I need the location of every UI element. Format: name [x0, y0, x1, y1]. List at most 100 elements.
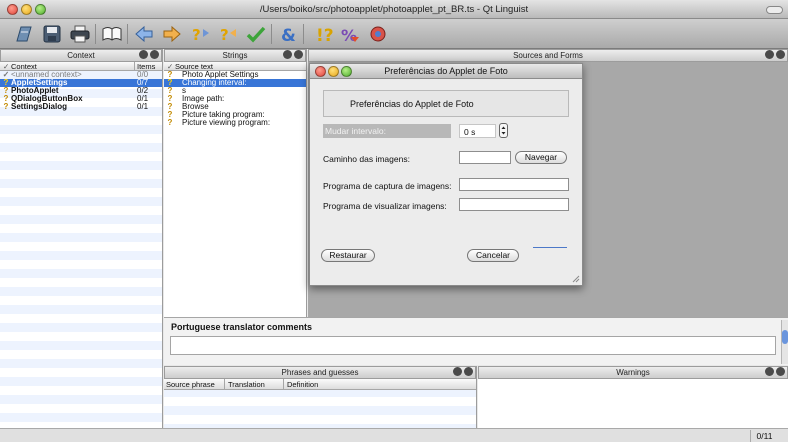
path-input[interactable]: [459, 151, 511, 164]
svg-text:?: ?: [220, 26, 229, 44]
scrollbar-thumb[interactable]: [782, 330, 788, 344]
svg-text:?: ?: [192, 26, 201, 44]
context-row[interactable]: ? SettingsDialog 0/1: [0, 103, 162, 111]
interval-label-highlight: Mudar intervalo:: [323, 124, 451, 138]
progress-count: 0/11: [750, 430, 778, 442]
translation-editor: Portuguese translator comments: [164, 317, 788, 365]
close-icon[interactable]: [150, 50, 159, 59]
toolbar-toggle-button[interactable]: [766, 6, 783, 14]
definition-col[interactable]: Definition: [283, 379, 318, 390]
browse-button[interactable]: Navegar: [515, 151, 567, 164]
strings-dock-header: Strings: [164, 49, 306, 62]
strings-list[interactable]: ✓ Source text ? Photo Applet Settings? Cha…: [164, 62, 306, 317]
resize-grip-icon[interactable]: [571, 274, 580, 283]
svg-text:!?: !?: [316, 26, 333, 45]
svg-text:&: &: [281, 26, 296, 45]
sources-dock-title: Sources and Forms: [513, 51, 583, 60]
phrases-list-header: Source phrase Translation Definition: [164, 379, 476, 390]
interval-label: Mudar intervalo:: [325, 126, 386, 136]
interval-value: 0 s: [464, 127, 476, 137]
dialog-close-button[interactable]: [315, 66, 326, 77]
status-bar: 0/11: [0, 428, 788, 442]
strings-text: Changing interval:: [182, 78, 247, 87]
comments-label: Portuguese translator comments: [171, 322, 313, 332]
translator-comments-input[interactable]: [170, 336, 776, 355]
window-title: /Users/boiko/src/photoapplet/photoapplet…: [259, 4, 529, 15]
float-icon[interactable]: [283, 50, 292, 59]
sources-dock-header: Sources and Forms: [308, 49, 788, 62]
form-preview-dialog: Preferências do Applet de Foto Preferênc…: [309, 63, 583, 286]
toolbar-separator: [303, 24, 304, 44]
close-icon[interactable]: [294, 50, 303, 59]
done-next-icon[interactable]: [244, 22, 268, 46]
context-list[interactable]: ✓ Context Items ✓ <unnamed context> 0/0? Ap…: [0, 62, 162, 428]
context-dock-header: Context: [0, 49, 162, 62]
phrases-dock: Phrases and guesses Source phrase Transl…: [164, 366, 477, 428]
main-toolbar: ? ? & !? %: [0, 19, 788, 49]
toolbar-separator: [95, 24, 96, 44]
warnings-dock-title: Warnings: [616, 368, 650, 377]
view-input[interactable]: [459, 198, 569, 211]
next-unfinished-icon[interactable]: ?: [216, 22, 240, 46]
prev-unfinished-icon[interactable]: ?: [188, 22, 212, 46]
warnings-dock: Warnings: [478, 366, 788, 428]
context-rows: ✓ <unnamed context> 0/0? AppletSettings 0/7?…: [0, 71, 162, 111]
source-phrase-col[interactable]: Source phrase: [166, 379, 215, 390]
close-icon[interactable]: [776, 50, 785, 59]
svg-text:%: %: [341, 26, 357, 45]
form-line: [533, 247, 567, 248]
close-icon[interactable]: [776, 367, 785, 376]
save-icon[interactable]: [40, 22, 64, 46]
cancel-button[interactable]: Cancelar: [467, 249, 519, 262]
context-items: 0/1: [137, 102, 149, 111]
next-icon[interactable]: [160, 22, 184, 46]
path-label: Caminho das imagens:: [323, 154, 410, 164]
reset-button[interactable]: Restaurar: [321, 249, 375, 262]
float-icon[interactable]: [765, 50, 774, 59]
dialog-minimize-button[interactable]: [328, 66, 339, 77]
editor-scrollbar[interactable]: [781, 320, 788, 364]
phrasebook-icon[interactable]: [100, 22, 124, 46]
ending-punctuation-icon[interactable]: !?: [310, 22, 334, 46]
translation-col[interactable]: Translation: [224, 379, 265, 390]
question-icon: ?: [167, 118, 173, 127]
header-groupbox: Preferências do Applet de Foto: [323, 90, 569, 117]
capture-input[interactable]: [459, 178, 569, 191]
window-titlebar: /Users/boiko/src/photoapplet/photoapplet…: [0, 0, 788, 19]
phrases-dock-title: Phrases and guesses: [281, 368, 359, 377]
phrases-list[interactable]: Source phrase Translation Definition: [164, 379, 476, 428]
toolbar-separator: [127, 24, 128, 44]
interval-spinbox[interactable]: 0 s: [459, 124, 496, 138]
close-window-button[interactable]: [7, 4, 18, 15]
dialog-zoom-button[interactable]: [341, 66, 352, 77]
dialog-header-label: Preferências do Applet de Foto: [350, 99, 474, 109]
phrase-matches-icon[interactable]: %: [338, 22, 362, 46]
context-name: SettingsDialog: [11, 102, 68, 111]
context-dock-title: Context: [67, 51, 95, 60]
float-icon[interactable]: [453, 367, 462, 376]
strings-text: Picture viewing program:: [182, 118, 271, 127]
phrases-dock-header: Phrases and guesses: [164, 366, 476, 379]
context-dock: Context ✓ Context Items ✓ <unnamed contex…: [0, 49, 163, 428]
float-icon[interactable]: [139, 50, 148, 59]
strings-dock-title: Strings: [222, 51, 248, 60]
float-icon[interactable]: [765, 367, 774, 376]
question-icon: ?: [3, 102, 9, 111]
interval-stepper[interactable]: [499, 123, 508, 138]
prev-icon[interactable]: [132, 22, 156, 46]
strings-rows: ? Photo Applet Settings? Changing interval…: [164, 71, 306, 127]
zoom-window-button[interactable]: [35, 4, 46, 15]
capture-label: Programa de captura de imagens:: [323, 181, 452, 191]
warnings-dock-header: Warnings: [478, 366, 788, 379]
dialog-title: Preferências do Applet de Foto: [384, 66, 508, 76]
print-icon[interactable]: [68, 22, 92, 46]
toolbar-separator: [271, 24, 272, 44]
close-icon[interactable]: [464, 367, 473, 376]
view-label: Programa de visualizar imagens:: [323, 201, 447, 211]
place-markers-icon[interactable]: [366, 22, 390, 46]
open-icon[interactable]: [12, 22, 36, 46]
accelerators-icon[interactable]: &: [276, 22, 300, 46]
strings-row[interactable]: ? Picture viewing program:: [164, 119, 306, 127]
strings-dock: Strings ✓ Source text ? Photo Applet Sett…: [164, 49, 307, 317]
minimize-window-button[interactable]: [21, 4, 32, 15]
